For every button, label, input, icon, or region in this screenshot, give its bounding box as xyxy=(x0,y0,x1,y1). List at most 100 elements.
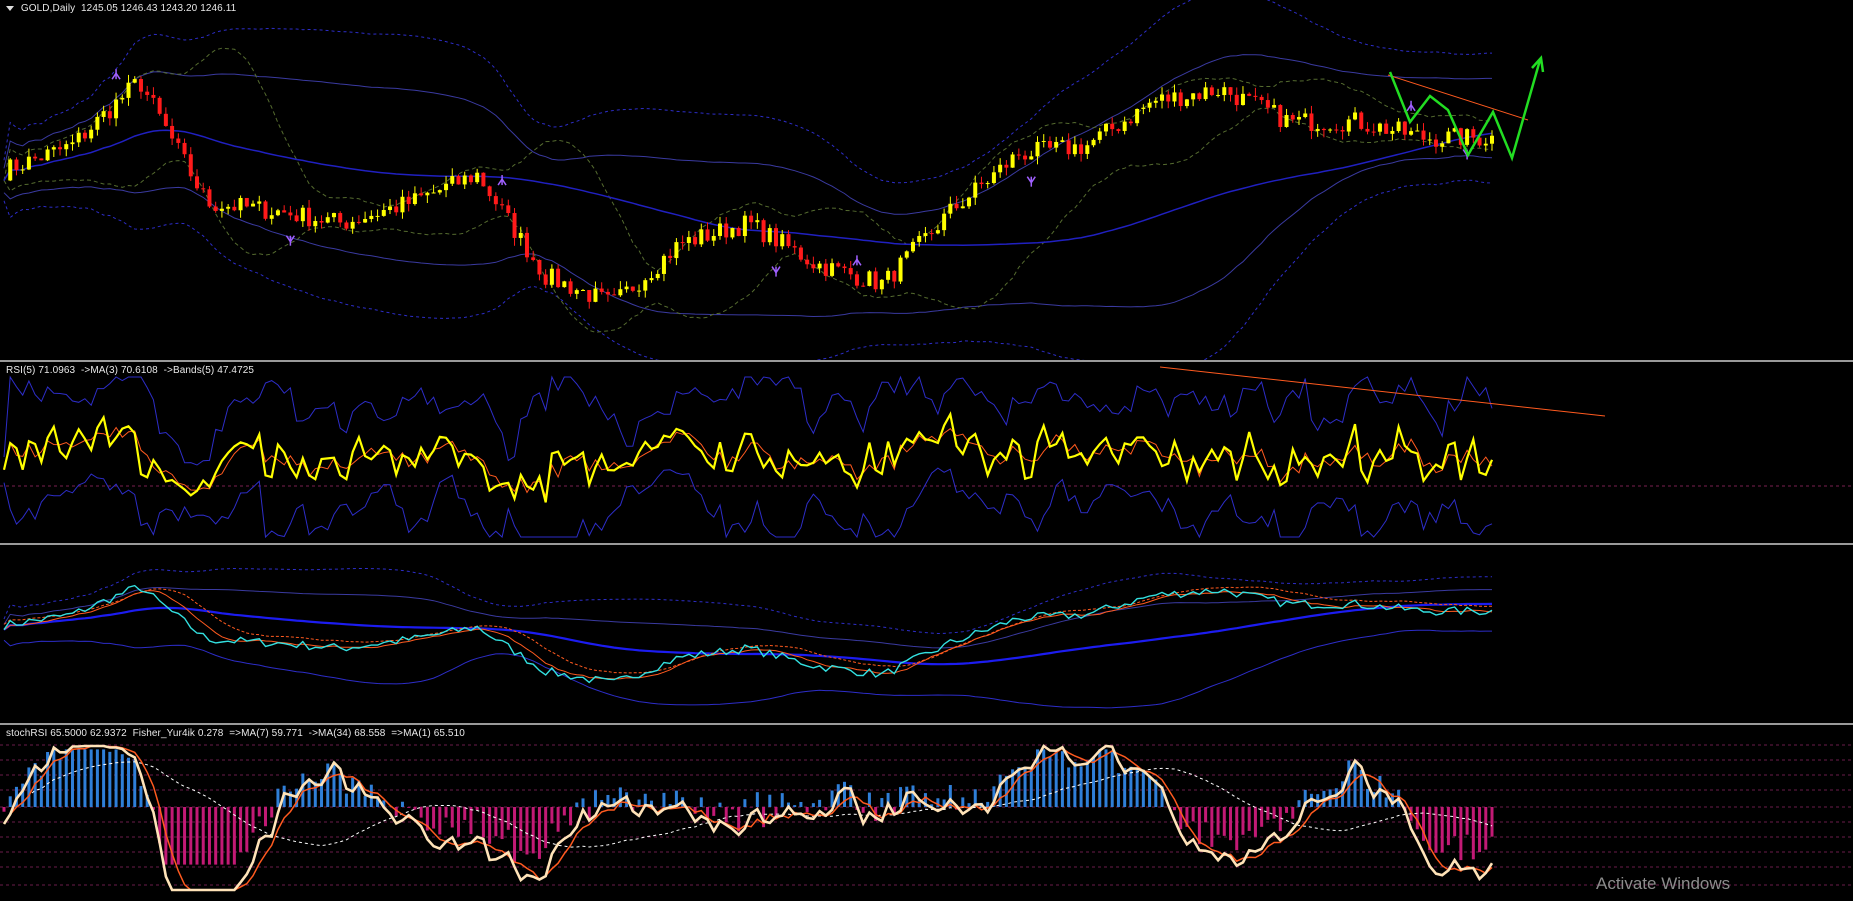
candle-body xyxy=(711,235,716,241)
fisher-bar xyxy=(780,793,784,807)
candle-body xyxy=(1135,108,1140,124)
fisher-bar xyxy=(1191,807,1195,822)
candle-body xyxy=(406,196,411,205)
candle-body xyxy=(1402,121,1407,135)
fisher-bar xyxy=(114,749,118,807)
price-chart-svg[interactable] xyxy=(0,0,1853,360)
fisher-bar xyxy=(89,749,93,807)
candle-body xyxy=(1315,128,1320,131)
rsi-value: RSI(5) 71.0963 xyxy=(6,365,76,376)
fisher-bar xyxy=(1446,807,1450,846)
candle-body xyxy=(437,190,442,193)
candle-body xyxy=(1234,94,1239,106)
fisher-bar xyxy=(911,785,915,807)
fisher-bar xyxy=(569,807,573,826)
fisher-bar xyxy=(2,807,6,812)
rsi-chart-svg[interactable] xyxy=(0,362,1853,543)
candle-body xyxy=(655,273,660,279)
rsi-pane[interactable]: RSI(5) 71.0963 ->MA(3) 70.6108 ->Bands(5… xyxy=(0,360,1853,543)
candle-body xyxy=(1483,143,1488,146)
candle-body xyxy=(998,164,1003,173)
candle-body xyxy=(549,268,554,285)
candle-body xyxy=(444,183,449,191)
candle-body xyxy=(680,242,685,244)
candle-body xyxy=(1153,100,1158,103)
candle-body xyxy=(319,221,324,223)
candle-body xyxy=(431,192,436,194)
candle-body xyxy=(232,206,237,211)
candle-body xyxy=(661,255,666,274)
fisher-bar xyxy=(500,807,504,840)
fisher-bar xyxy=(1073,762,1077,807)
candle-body xyxy=(1041,140,1046,142)
candle-body xyxy=(798,247,803,260)
fisher-bar xyxy=(251,807,255,833)
bands-pane[interactable] xyxy=(0,543,1853,723)
candle-body xyxy=(1178,92,1183,107)
candle-body xyxy=(157,97,162,114)
candle-body xyxy=(1396,121,1401,132)
fisher-bar xyxy=(450,807,454,828)
candle-body xyxy=(1359,112,1364,129)
candle-body xyxy=(1384,123,1389,134)
fisher-bar xyxy=(189,807,193,865)
candle-body xyxy=(618,289,623,296)
candle-body xyxy=(356,221,361,223)
candle-body xyxy=(574,290,579,294)
fisher-bar xyxy=(1197,807,1201,845)
fisher-value: Fisher_Yur4ik 0.278 xyxy=(132,728,224,739)
fisher-bar xyxy=(575,802,579,807)
rsi-line xyxy=(2,411,1494,503)
fisher-bar xyxy=(1297,800,1301,807)
fisher-bar xyxy=(307,778,311,807)
fisher-bar xyxy=(64,749,68,807)
candle-body xyxy=(742,215,747,237)
pane-menu-arrow-icon[interactable] xyxy=(6,5,14,11)
fisher-bar xyxy=(95,749,99,807)
bands-chart-svg[interactable] xyxy=(0,545,1853,723)
fisher-bar xyxy=(1017,767,1021,807)
candle-body xyxy=(388,206,393,210)
mid-lower-band xyxy=(3,155,1493,318)
bands-price-line xyxy=(3,584,1493,684)
fisher-bar xyxy=(8,796,12,807)
candle-body xyxy=(929,233,934,235)
price-pane[interactable]: GOLD,Daily 1245.05 1246.43 1243.20 1246.… xyxy=(0,0,1853,360)
candle-body xyxy=(705,229,710,241)
candle-body xyxy=(1029,156,1034,160)
candle-body xyxy=(991,172,996,184)
candle-body xyxy=(412,193,417,205)
candle-body xyxy=(1303,113,1308,118)
candle-body xyxy=(219,208,224,211)
fisher-bar xyxy=(544,807,548,849)
candle-body xyxy=(1097,131,1102,140)
candle-body xyxy=(1166,94,1171,102)
candle-body xyxy=(948,203,953,214)
inner-upper-band xyxy=(3,47,1493,272)
fisher-bar xyxy=(70,750,74,807)
fisher-bar xyxy=(201,807,205,865)
candle-body xyxy=(1047,140,1052,148)
candle-body xyxy=(543,274,548,285)
candle-body xyxy=(363,218,368,223)
candle-body xyxy=(1371,131,1376,133)
candle-body xyxy=(475,172,480,183)
stoch-chart-svg[interactable] xyxy=(0,725,1853,901)
fisher-bar xyxy=(1459,807,1463,861)
candle-body xyxy=(1415,130,1420,132)
candle-body xyxy=(126,82,131,98)
candle-body xyxy=(251,203,256,207)
candle-body xyxy=(1122,121,1127,131)
candle-body xyxy=(917,235,922,242)
candle-body xyxy=(1421,130,1426,140)
candle-body xyxy=(1116,129,1121,131)
stoch-pane[interactable]: stochRSI 65.5000 62.9372 Fisher_Yur4ik 0… xyxy=(0,723,1853,901)
candle-body xyxy=(288,212,293,216)
candle-body xyxy=(693,237,698,245)
candle-body xyxy=(1054,141,1059,148)
candle-body xyxy=(1409,131,1414,135)
price-pane-label: GOLD,Daily 1245.05 1246.43 1243.20 1246.… xyxy=(6,3,236,14)
candle-body xyxy=(294,215,299,222)
candle-body xyxy=(58,147,63,150)
fisher-bar xyxy=(1042,749,1046,807)
